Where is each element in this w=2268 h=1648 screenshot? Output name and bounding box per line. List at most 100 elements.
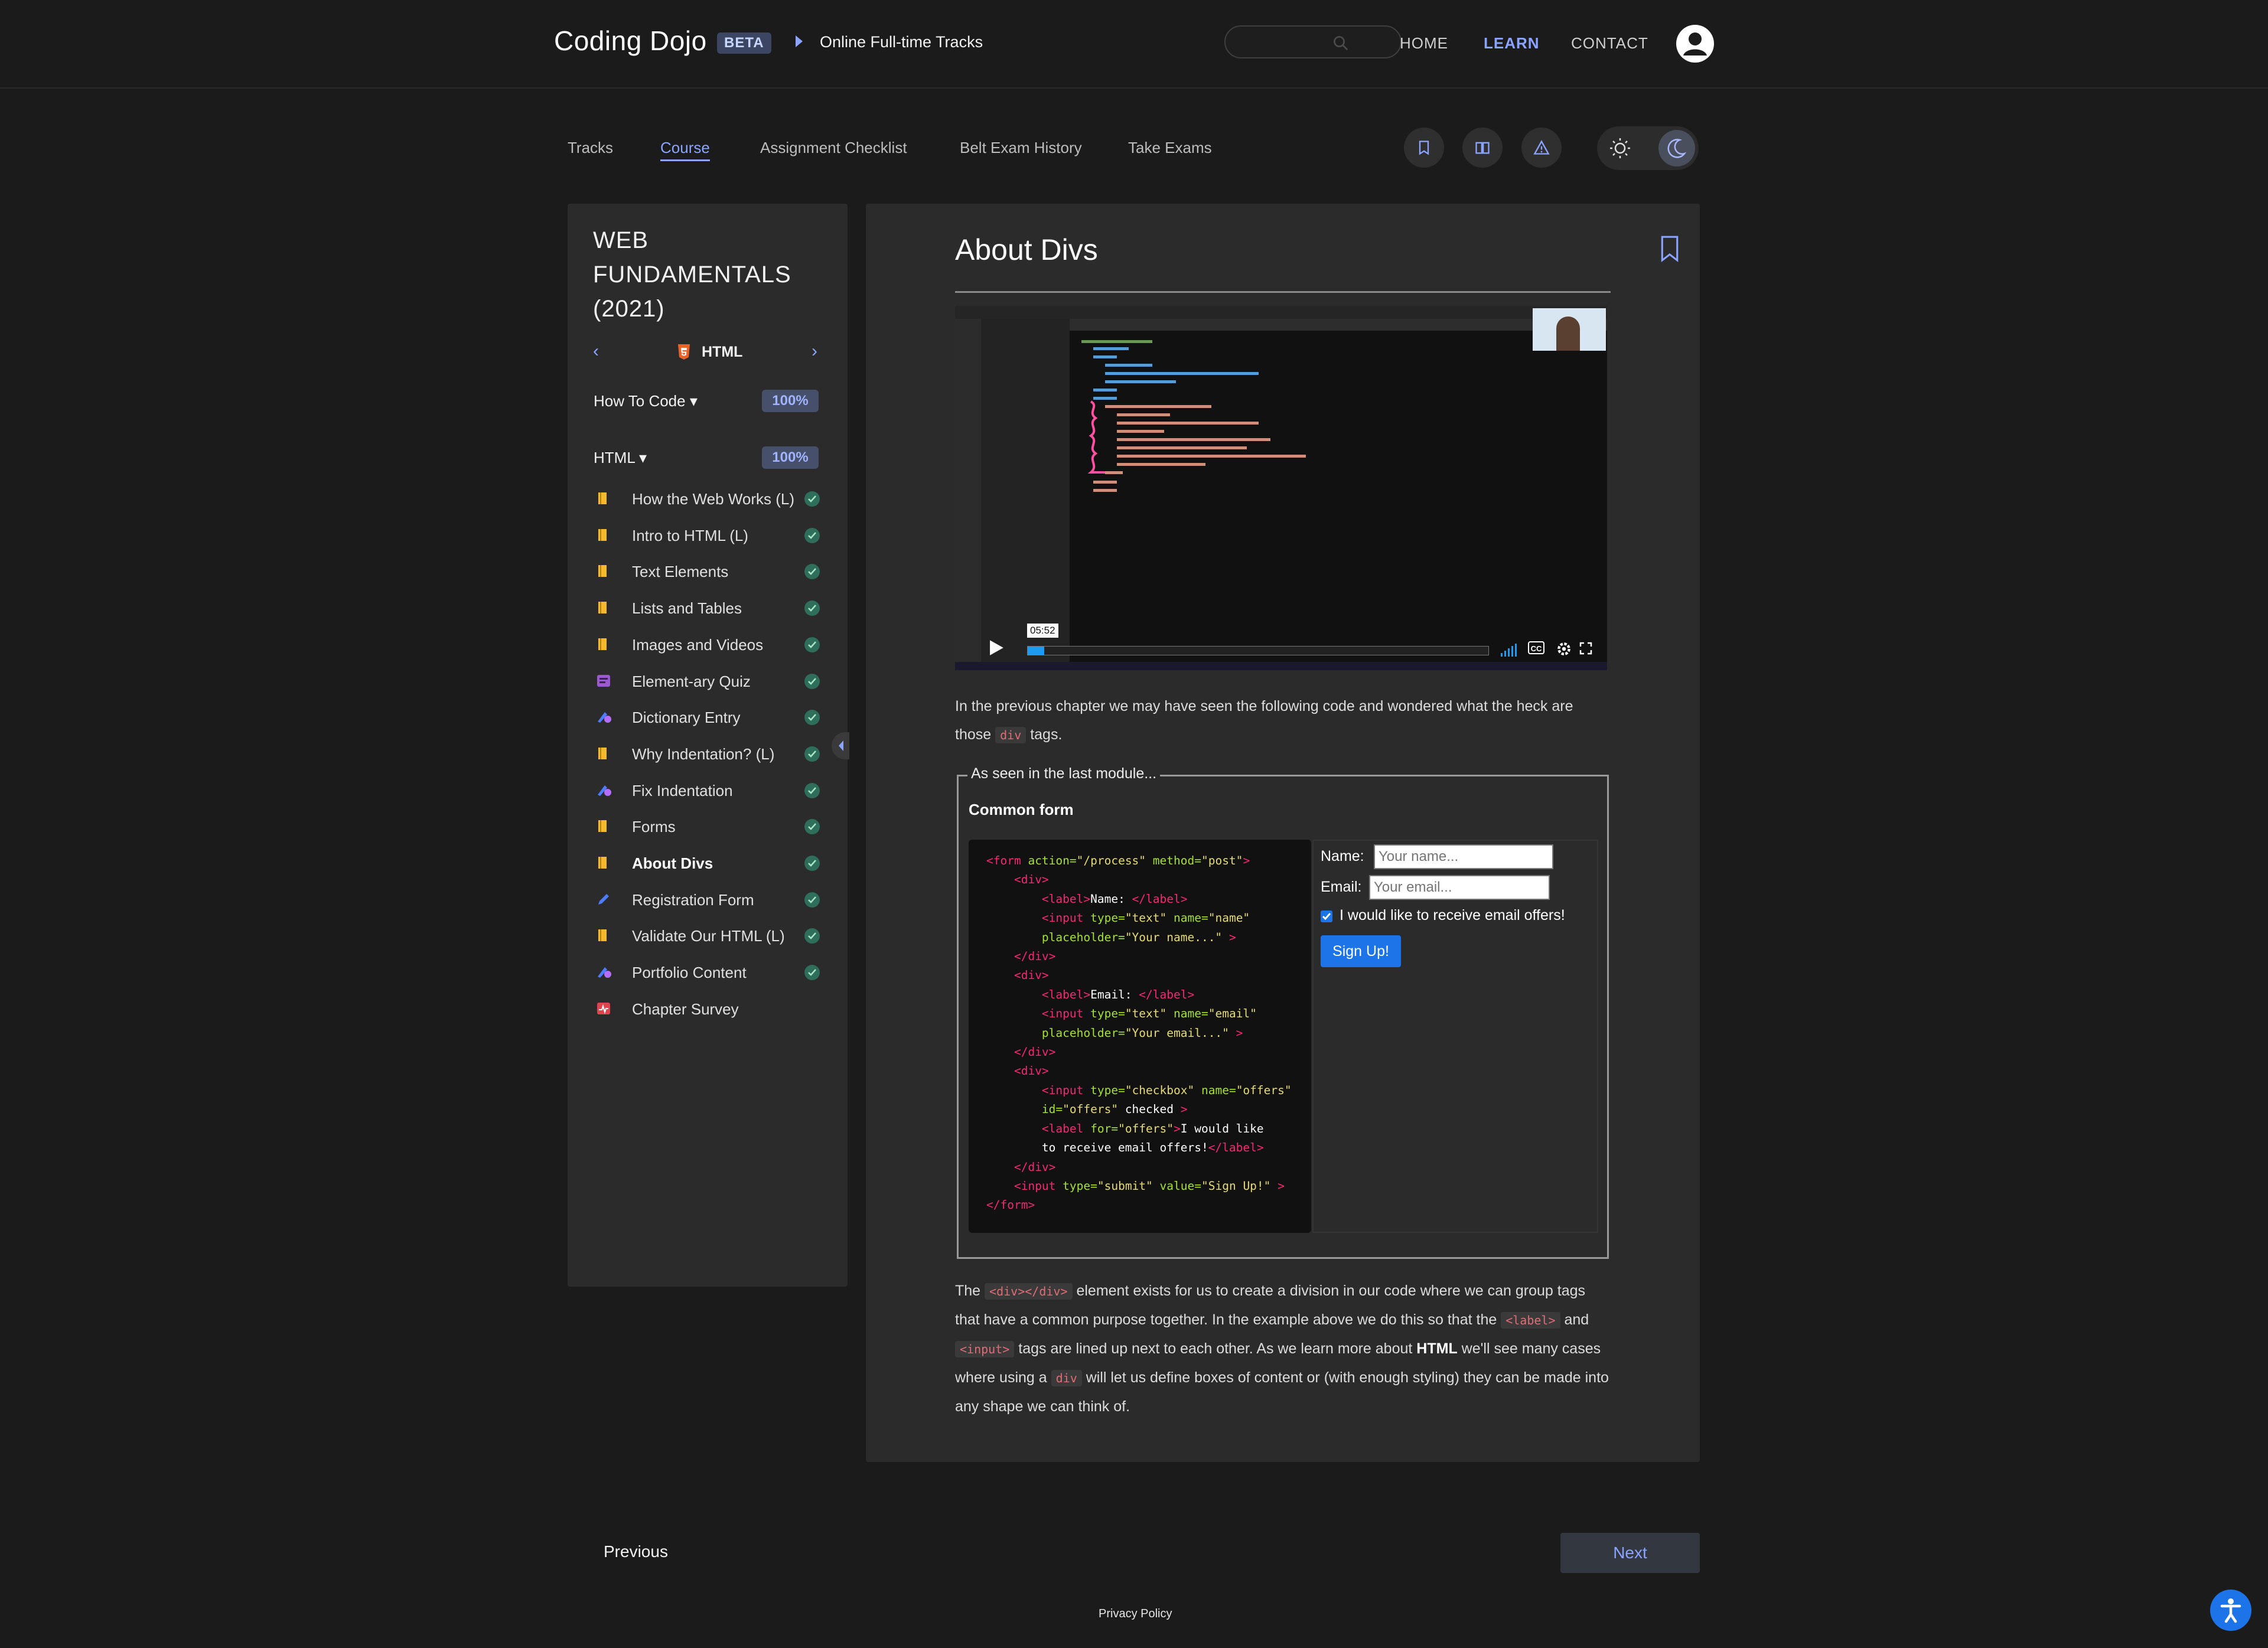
- sidebar-item-label: Portfolio Content: [632, 964, 747, 982]
- bookmark-lesson-icon[interactable]: [1660, 235, 1680, 262]
- sidebar-lesson-item[interactable]: Portfolio Content: [593, 960, 827, 984]
- video-progress-fill: [1028, 647, 1044, 655]
- title-divider: [955, 291, 1611, 293]
- course-title: WEB FUNDAMENTALS (2021): [593, 227, 791, 322]
- video-progress-bar[interactable]: [1027, 646, 1489, 655]
- moon-icon: [1667, 139, 1687, 158]
- sidebar-lesson-item[interactable]: Fix Indentation: [593, 778, 827, 802]
- sidebar-lesson-item[interactable]: Validate Our HTML (L): [593, 923, 827, 947]
- book-icon: [597, 564, 610, 578]
- section-html[interactable]: HTML ▾: [594, 449, 647, 467]
- site-logo[interactable]: Coding Dojo: [554, 25, 707, 57]
- code-screenshot: [1081, 340, 1306, 492]
- breadcrumb-track[interactable]: Online Full-time Tracks: [820, 33, 983, 51]
- book-icon: [597, 637, 610, 651]
- light-mode-button[interactable]: [1602, 130, 1638, 167]
- fullscreen-icon[interactable]: [1579, 641, 1593, 655]
- completed-check-icon: [804, 491, 820, 507]
- completed-check-icon: [804, 819, 820, 835]
- accessibility-button[interactable]: [2210, 1590, 2251, 1631]
- sidebar-collapse-button[interactable]: [832, 732, 849, 759]
- sidebar-lesson-item[interactable]: Element-ary Quiz: [593, 669, 827, 693]
- sidebar-lesson-item[interactable]: Lists and Tables: [593, 596, 827, 619]
- settings-gear-icon[interactable]: [1556, 641, 1572, 657]
- sidebar-item-label: Validate Our HTML (L): [632, 927, 785, 945]
- sidebar-lesson-item[interactable]: How the Web Works (L): [593, 487, 827, 510]
- tab-take-exams[interactable]: Take Exams: [1128, 139, 1212, 157]
- sidebar-item-label: Forms: [632, 818, 676, 836]
- tab-assignment-checklist[interactable]: Assignment Checklist: [760, 139, 907, 157]
- next-button[interactable]: Next: [1560, 1533, 1700, 1573]
- editor-titlebar: [955, 306, 1607, 319]
- bookmarks-button[interactable]: [1404, 128, 1444, 168]
- assignment-icon: [597, 965, 611, 979]
- completed-check-icon: [804, 710, 820, 726]
- completed-check-icon: [804, 856, 820, 871]
- sidebar-lesson-item[interactable]: Dictionary Entry: [593, 705, 827, 729]
- report-issue-button[interactable]: [1521, 128, 1562, 168]
- play-icon[interactable]: [986, 638, 1006, 658]
- sidebar-lesson-item[interactable]: Forms: [593, 814, 827, 838]
- nav-home[interactable]: HOME: [1400, 34, 1448, 53]
- sidebar-lesson-item[interactable]: About Divs: [593, 851, 827, 874]
- checkmark-icon: [1322, 913, 1331, 921]
- completed-check-icon: [804, 782, 820, 798]
- demo-signup-button[interactable]: Sign Up!: [1321, 935, 1401, 967]
- lesson-video-player[interactable]: 05:52 CC: [955, 306, 1607, 670]
- inline-code-div-2: div: [1051, 1370, 1082, 1386]
- volume-icon[interactable]: [1500, 641, 1523, 658]
- captions-icon[interactable]: CC: [1528, 641, 1544, 654]
- intro-paragraph: In the previous chapter we may have seen…: [955, 692, 1611, 749]
- section-label: HTML: [594, 449, 635, 466]
- demo-offers-checkbox[interactable]: [1321, 911, 1332, 922]
- sidebar-lesson-item[interactable]: Why Indentation? (L): [593, 742, 827, 765]
- book-icon: [597, 819, 610, 833]
- completed-check-icon: [804, 637, 820, 652]
- sidebar-item-label: Registration Form: [632, 890, 754, 909]
- dark-mode-button[interactable]: [1658, 130, 1695, 167]
- nav-learn[interactable]: LEARN: [1484, 34, 1540, 53]
- tab-tracks[interactable]: Tracks: [568, 139, 613, 157]
- survey-icon: [597, 1001, 610, 1016]
- sidebar-lesson-item[interactable]: Text Elements: [593, 559, 827, 583]
- demo-name-input[interactable]: [1374, 844, 1553, 869]
- bookmark-icon: [1419, 141, 1429, 155]
- sidebar-lesson-item[interactable]: Images and Videos: [593, 632, 827, 656]
- next-chapter-chevron-icon[interactable]: ›: [812, 341, 817, 361]
- nav-contact[interactable]: CONTACT: [1571, 34, 1648, 53]
- demo-email-input[interactable]: [1369, 875, 1550, 900]
- search-input[interactable]: [1224, 25, 1402, 58]
- example-title: Common form: [969, 801, 1074, 818]
- taskbar-strip: [955, 662, 1607, 670]
- search-icon[interactable]: [1332, 34, 1350, 52]
- completed-check-icon: [804, 673, 820, 689]
- completed-check-icon: [804, 564, 820, 580]
- book-icon: [597, 746, 610, 761]
- privacy-policy-link[interactable]: Privacy Policy: [1099, 1607, 1172, 1621]
- prev-chapter-chevron-icon[interactable]: ‹: [593, 341, 599, 361]
- sidebar-item-label: About Divs: [632, 854, 713, 872]
- sidebar-lesson-item[interactable]: Registration Form: [593, 887, 827, 911]
- section-how-to-code[interactable]: How To Code ▾: [594, 392, 698, 410]
- chevron-left-icon: [839, 740, 843, 751]
- section-label: How To Code: [594, 392, 686, 410]
- sidebar-item-label: Intro to HTML (L): [632, 526, 748, 544]
- sidebar-lesson-item[interactable]: Intro to HTML (L): [593, 523, 827, 547]
- fieldset-legend: As seen in the last module...: [967, 765, 1161, 782]
- book-open-icon: [1475, 142, 1490, 154]
- book-icon: [597, 928, 610, 942]
- user-avatar-icon[interactable]: [1676, 25, 1714, 63]
- sidebar-item-label: Text Elements: [632, 563, 729, 581]
- tab-belt-exam-history[interactable]: Belt Exam History: [960, 139, 1082, 157]
- editor-activity-bar: [955, 319, 981, 670]
- inline-code-div: div: [995, 727, 1027, 743]
- inline-code-div-element: <div></div>: [985, 1283, 1073, 1300]
- sidebar-item-label: Images and Videos: [632, 635, 764, 654]
- top-navbar: [0, 0, 2268, 89]
- inline-code-label: <label>: [1501, 1312, 1560, 1329]
- sidebar-lesson-item[interactable]: Chapter Survey: [593, 997, 827, 1020]
- sidebar-item-label: Chapter Survey: [632, 1000, 739, 1018]
- notes-button[interactable]: [1462, 128, 1503, 168]
- tab-course[interactable]: Course: [660, 139, 710, 161]
- previous-button[interactable]: Previous: [604, 1542, 668, 1561]
